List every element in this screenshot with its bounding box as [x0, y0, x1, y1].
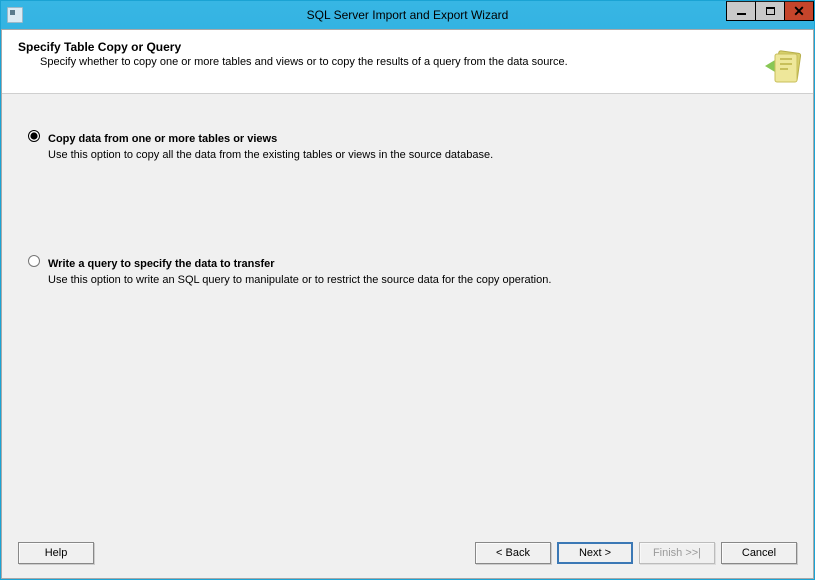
- page-subtitle: Specify whether to copy one or more tabl…: [18, 56, 797, 68]
- finish-button[interactable]: Finish >>|: [639, 542, 715, 564]
- maximize-button[interactable]: [755, 1, 785, 21]
- help-button[interactable]: Help: [18, 542, 94, 564]
- titlebar[interactable]: SQL Server Import and Export Wizard ✕: [1, 1, 814, 29]
- back-button[interactable]: < Back: [475, 542, 551, 564]
- radio-query-label[interactable]: Write a query to specify the data to tra…: [48, 258, 275, 270]
- radio-query[interactable]: [28, 255, 40, 267]
- window-controls: ✕: [727, 1, 814, 21]
- radio-copy-label[interactable]: Copy data from one or more tables or vie…: [48, 133, 277, 145]
- footer-pane: Help < Back Next > Finish >>| Cancel: [2, 532, 813, 578]
- page-heading: Specify Table Copy or Query: [18, 40, 797, 54]
- next-button[interactable]: Next >: [557, 542, 633, 564]
- option-copy: Copy data from one or more tables or vie…: [28, 128, 797, 161]
- window-title: SQL Server Import and Export Wizard: [1, 8, 814, 22]
- maximize-icon: [766, 7, 775, 15]
- minimize-icon: [737, 13, 746, 15]
- body-pane: Copy data from one or more tables or vie…: [2, 94, 813, 532]
- content-area: Specify Table Copy or Query Specify whet…: [1, 29, 814, 579]
- minimize-button[interactable]: [726, 1, 756, 21]
- option-query: Write a query to specify the data to tra…: [28, 253, 797, 286]
- wizard-icon: [763, 46, 803, 86]
- radio-query-description: Use this option to write an SQL query to…: [48, 274, 797, 286]
- radio-copy[interactable]: [28, 130, 40, 142]
- app-icon: [7, 7, 23, 23]
- cancel-button[interactable]: Cancel: [721, 542, 797, 564]
- header-pane: Specify Table Copy or Query Specify whet…: [2, 30, 813, 94]
- radio-copy-description: Use this option to copy all the data fro…: [48, 149, 797, 161]
- close-button[interactable]: ✕: [784, 1, 814, 21]
- wizard-window: SQL Server Import and Export Wizard ✕ Sp…: [0, 0, 815, 580]
- close-icon: ✕: [793, 4, 805, 18]
